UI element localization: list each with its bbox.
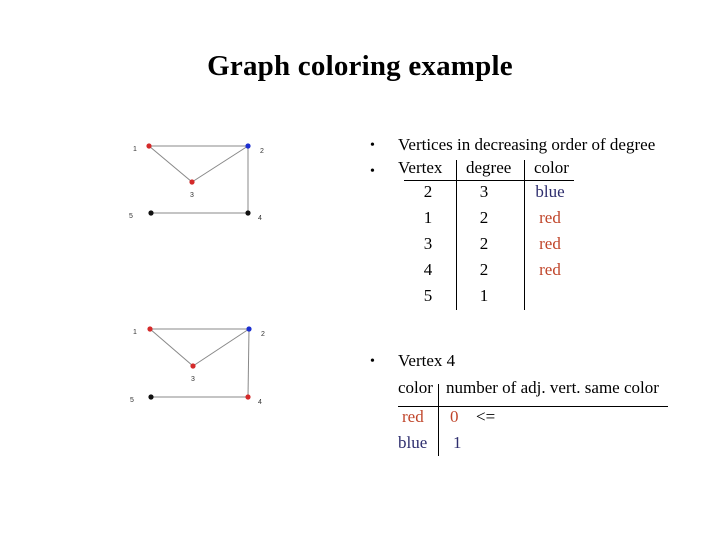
vertex-2 xyxy=(245,143,251,149)
vertex-label-2: 2 xyxy=(260,148,264,155)
row-red-color: red xyxy=(402,407,424,426)
cell-degree: 3 xyxy=(479,182,489,201)
cell-vertex: 3 xyxy=(423,234,433,253)
vertex-2 xyxy=(246,326,252,332)
header-color: color xyxy=(534,158,569,177)
cell-color: red xyxy=(539,260,561,279)
cell-vertex: 2 xyxy=(423,182,433,201)
cell-color: blue xyxy=(535,182,565,201)
bullet-marker: • xyxy=(370,164,375,179)
vertex-5 xyxy=(148,394,154,400)
edge-1-3 xyxy=(149,328,194,367)
row-red-note: <= xyxy=(476,407,496,426)
table1-column-divider xyxy=(524,160,525,310)
vertex-4 xyxy=(245,394,251,400)
edge-1-3 xyxy=(148,145,193,183)
vertex-label-1: 1 xyxy=(133,146,137,153)
cell-vertex: 5 xyxy=(423,286,433,305)
vertex-label-2: 2 xyxy=(261,331,265,338)
graph-before: 1 2 3 4 5 xyxy=(110,125,280,235)
bullet-marker: • xyxy=(370,138,375,153)
cell-vertex: 1 xyxy=(423,208,433,227)
row-blue-color: blue xyxy=(398,433,428,452)
slide-title: Graph coloring example xyxy=(0,50,720,83)
vertex-label-5: 5 xyxy=(130,397,134,404)
header-color: color xyxy=(398,378,433,397)
bullet-marker: • xyxy=(370,354,375,369)
cell-color: red xyxy=(539,208,561,227)
header-vertex: Vertex xyxy=(398,158,443,177)
cell-vertex: 4 xyxy=(423,260,433,279)
vertex-label-4: 4 xyxy=(258,215,262,222)
vertex-label-3: 3 xyxy=(190,192,194,199)
cell-degree: 2 xyxy=(479,208,489,227)
vertex-3 xyxy=(189,179,195,185)
edge-3-2 xyxy=(191,145,249,183)
vertex-label-5: 5 xyxy=(129,213,133,220)
cell-degree: 1 xyxy=(479,286,489,305)
vertex-label-3: 3 xyxy=(191,376,195,383)
graph-after: 1 2 3 4 5 xyxy=(110,315,280,415)
header-degree: degree xyxy=(466,158,512,177)
bullet-vertices-order: Vertices in decreasing order of degree xyxy=(398,135,656,154)
vertex-3 xyxy=(190,363,196,369)
vertex-4 xyxy=(245,210,251,216)
table1-column-divider xyxy=(456,160,457,310)
vertex-5 xyxy=(148,210,154,216)
bullet-vertex-4: Vertex 4 xyxy=(398,351,456,370)
edge-2-4 xyxy=(247,328,250,398)
slide-title-text: Graph coloring example xyxy=(207,50,513,82)
cell-degree: 2 xyxy=(479,234,489,253)
table1-header-divider xyxy=(404,180,574,181)
header-adjacent-count: number of adj. vert. same color xyxy=(446,378,659,397)
vertex-1 xyxy=(147,326,153,332)
cell-color: red xyxy=(539,234,561,253)
row-red-count: 0 xyxy=(450,407,459,426)
table2-column-divider xyxy=(438,384,439,456)
vertex-label-1: 1 xyxy=(133,329,137,336)
vertex-1 xyxy=(146,143,152,149)
edge-3-2 xyxy=(192,328,250,367)
cell-degree: 2 xyxy=(479,260,489,279)
vertex-label-4: 4 xyxy=(258,399,262,406)
row-blue-count: 1 xyxy=(453,433,462,452)
